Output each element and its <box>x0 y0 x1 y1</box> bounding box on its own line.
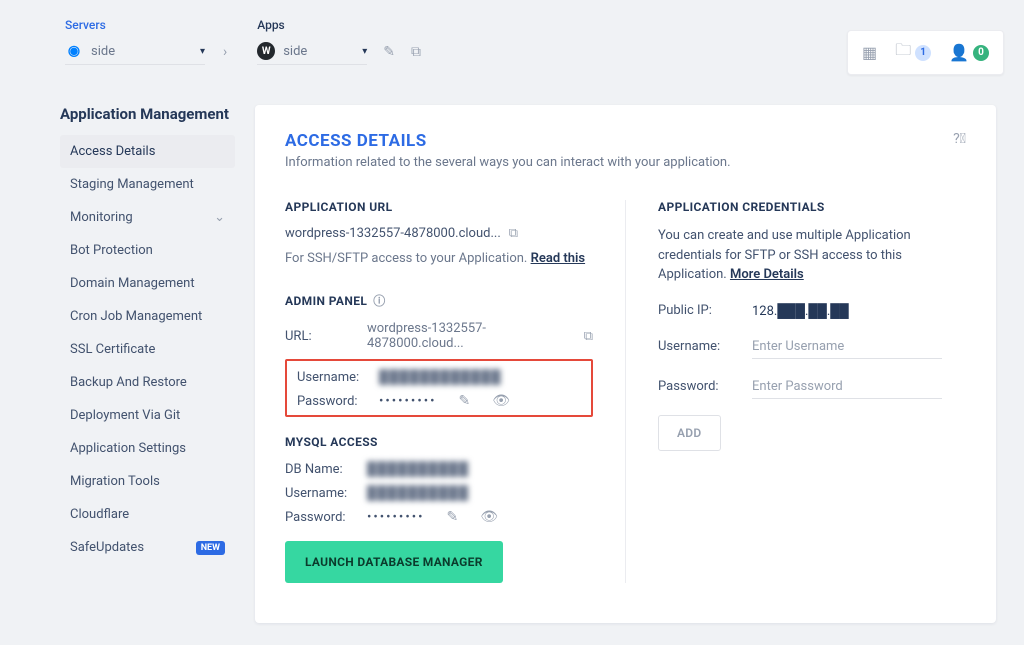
mysql-db-value: ██████████ <box>367 461 469 477</box>
credentials-description: You can create and use multiple Applicat… <box>658 226 966 285</box>
section-app-url: APPLICATION URL <box>285 200 593 214</box>
external-link-icon[interactable]: ⧉ <box>584 329 593 344</box>
app-url-note: For SSH/SFTP access to your Application.… <box>285 251 593 266</box>
help-icon[interactable]: ?⃝ <box>953 131 966 147</box>
sidebar-item-label: SafeUpdates <box>70 540 144 555</box>
page-title: ACCESS DETAILS <box>285 131 427 151</box>
sidebar-item-monitoring[interactable]: Monitoring ⌄ <box>60 201 235 234</box>
cred-username-label: Username: <box>658 339 732 354</box>
servers-label: Servers <box>65 18 237 32</box>
app-selector[interactable]: W side ▾ <box>257 38 367 65</box>
section-label: ADMIN PANEL <box>285 294 367 308</box>
server-selector[interactable]: ◉ side ▾ <box>65 38 205 65</box>
new-badge: NEW <box>196 541 225 555</box>
folder-badge: 1 <box>915 45 931 61</box>
ip-text: 128.███.██.██ <box>752 304 849 319</box>
digitalocean-icon: ◉ <box>65 42 83 60</box>
sidebar-item-label: SSL Certificate <box>70 342 155 357</box>
sidebar-item-label: Staging Management <box>70 177 194 192</box>
page-subtitle: Information related to the several ways … <box>285 155 966 170</box>
info-icon[interactable]: ⓘ <box>373 292 385 309</box>
server-selected: side <box>91 44 192 59</box>
sidebar-item-label: Backup And Restore <box>70 375 187 390</box>
grid-icon[interactable]: ▦ <box>862 43 877 62</box>
public-ip-label: Public IP: <box>658 303 732 318</box>
pencil-icon[interactable]: ✎ <box>458 393 470 409</box>
mysql-pass-value: ••••••••• <box>367 510 424 525</box>
sidebar-item-backup[interactable]: Backup And Restore <box>60 366 235 399</box>
pencil-icon[interactable]: ✎ <box>446 509 458 525</box>
sidebar-item-safeupdates[interactable]: SafeUpdates NEW <box>60 531 235 564</box>
note-text: For SSH/SFTP access to your Application. <box>285 251 527 266</box>
mysql-user-label: Username: <box>285 486 353 501</box>
admin-username-label: Username: <box>297 370 365 385</box>
sidebar-item-domain[interactable]: Domain Management <box>60 267 235 300</box>
sidebar-title: Application Management <box>60 105 235 123</box>
sidebar-item-label: Domain Management <box>70 276 195 291</box>
sidebar-item-label: Deployment Via Git <box>70 408 180 423</box>
user-badge: 0 <box>973 45 989 61</box>
app-selected: side <box>283 44 354 59</box>
user-icon[interactable]: 👤0 <box>949 43 989 62</box>
mysql-user-value: ██████████ <box>367 485 469 501</box>
launch-db-manager-button[interactable]: LAUNCH DATABASE MANAGER <box>285 541 503 583</box>
sidebar-item-cron[interactable]: Cron Job Management <box>60 300 235 333</box>
mysql-db-label: DB Name: <box>285 462 353 477</box>
sidebar-item-label: Access Details <box>70 144 155 159</box>
section-admin-panel: ADMIN PANEL ⓘ <box>285 292 593 309</box>
section-mysql: MYSQL ACCESS <box>285 435 593 449</box>
chevron-right-icon[interactable]: › <box>223 44 227 60</box>
apps-label: Apps <box>257 18 421 32</box>
sidebar-item-access-details[interactable]: Access Details <box>60 135 235 168</box>
cred-password-label: Password: <box>658 379 732 394</box>
sidebar-item-bot[interactable]: Bot Protection <box>60 234 235 267</box>
read-this-link[interactable]: Read this <box>531 251 585 266</box>
cred-username-input[interactable] <box>752 335 942 359</box>
sidebar-item-cloudflare[interactable]: Cloudflare <box>60 498 235 531</box>
sidebar-item-migration[interactable]: Migration Tools <box>60 465 235 498</box>
external-link-icon[interactable]: ⧉ <box>509 226 518 241</box>
chevron-down-icon: ⌄ <box>214 210 225 225</box>
sidebar-item-appsettings[interactable]: Application Settings <box>60 432 235 465</box>
public-ip-value: 128.███.██.██ <box>752 303 849 319</box>
add-button[interactable]: ADD <box>658 415 721 451</box>
more-details-link[interactable]: More Details <box>730 267 804 282</box>
top-right-toolbar: ▦ 🗀1 👤0 <box>847 30 1004 75</box>
eye-icon[interactable]: 👁 <box>492 393 510 409</box>
admin-password-value: ••••••••• <box>379 394 436 409</box>
caret-down-icon: ▾ <box>200 46 205 57</box>
sidebar-item-git[interactable]: Deployment Via Git <box>60 399 235 432</box>
sidebar-item-label: Cron Job Management <box>70 309 202 324</box>
pencil-icon[interactable]: ✎ <box>383 44 395 60</box>
app-url-value: wordpress-1332557-4878000.cloud... <box>285 226 501 241</box>
highlighted-credentials: Username: ████████████ Password: •••••••… <box>285 359 593 417</box>
sidebar-item-label: Bot Protection <box>70 243 153 258</box>
admin-url-value: wordpress-1332557-4878000.cloud... <box>367 321 570 351</box>
cred-password-input[interactable] <box>752 375 942 399</box>
wordpress-icon: W <box>257 42 275 60</box>
eye-icon[interactable]: 👁 <box>480 509 498 525</box>
sidebar-item-ssl[interactable]: SSL Certificate <box>60 333 235 366</box>
sidebar-item-staging[interactable]: Staging Management <box>60 168 235 201</box>
folder-icon[interactable]: 🗀1 <box>895 39 931 66</box>
section-app-credentials: APPLICATION CREDENTIALS <box>658 200 966 214</box>
sidebar-item-label: Application Settings <box>70 441 186 456</box>
admin-username-value: ████████████ <box>379 369 502 385</box>
sidebar-item-label: Monitoring <box>70 210 133 225</box>
sidebar-item-label: Cloudflare <box>70 507 129 522</box>
admin-password-label: Password: <box>297 394 365 409</box>
external-link-icon[interactable]: ⧉ <box>411 44 421 60</box>
mysql-pass-label: Password: <box>285 510 353 525</box>
sidebar-item-label: Migration Tools <box>70 474 160 489</box>
caret-down-icon: ▾ <box>362 46 367 57</box>
admin-url-label: URL: <box>285 329 353 344</box>
